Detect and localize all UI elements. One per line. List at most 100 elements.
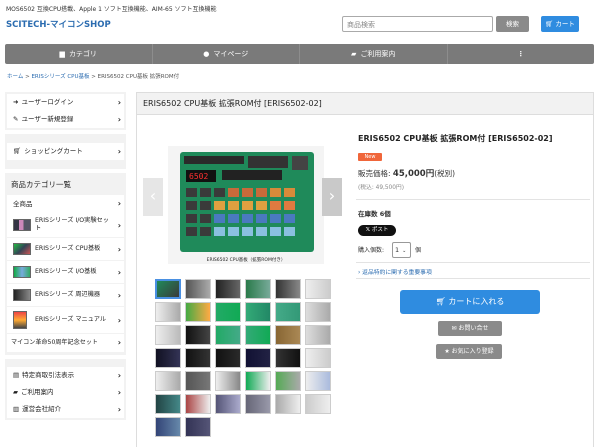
thumbnail[interactable] [185,325,211,345]
category-thumbnail [13,311,27,329]
cart-button-label: カート [555,20,575,28]
thumbnail[interactable] [245,348,271,368]
thumbnail[interactable] [215,394,241,414]
chevron-right-icon: › [117,315,121,325]
thumbnail[interactable] [275,302,301,322]
thumbnail[interactable] [155,394,181,414]
thumbnail[interactable] [155,417,181,437]
nav-item-label: カテゴリ [68,50,97,58]
category-50th-set[interactable]: マイコン革命50周年記念セット › [7,334,124,352]
breadcrumb: ホーム > ERISシリーズ CPU基板 > ERIS6502 CPU基板 拡張… [7,72,179,80]
nav-item-mypage[interactable]: ● マイページ [153,44,300,64]
cart-icon: 🛒︎ [435,297,449,306]
sidebar-item-legal[interactable]: ▤ 特定商取引法表示 › [7,367,124,384]
thumbnail[interactable] [185,417,211,437]
divider [356,199,590,200]
thumbnail[interactable] [185,394,211,414]
nav-item-label: マイページ [213,50,249,58]
thumbnail[interactable] [275,394,301,414]
search-button[interactable]: 検索 [496,16,529,32]
thumbnail[interactable] [305,279,331,299]
category-thumbnail [13,219,31,231]
thumbnail[interactable] [185,371,211,391]
image-prev-button[interactable]: ‹ [143,178,163,216]
thumbnail[interactable] [245,302,271,322]
chevron-right-icon: › [117,147,121,156]
contact-button[interactable]: ✉ お問い合せ [438,321,502,336]
thumbnail[interactable] [215,302,241,322]
product-main-image[interactable]: 6502 ERIS6502 CPU基板（拡張ROM付き） [168,146,324,264]
chevron-right-icon: › [117,290,121,300]
thumbnail[interactable] [155,302,181,322]
category-manual[interactable]: ERISシリーズ マニュアル › [7,307,124,333]
thumbnail[interactable] [275,325,301,345]
search-input[interactable]: 商品検索 [342,16,493,32]
breadcrumb-home[interactable]: ホーム [7,74,23,80]
image-next-button[interactable]: › [322,178,342,216]
thumbnail[interactable] [215,348,241,368]
thumbnail[interactable] [275,279,301,299]
qty-label: 購入個数: [358,247,385,254]
thumbnail[interactable] [245,279,271,299]
thumbnail[interactable] [155,348,181,368]
breadcrumb-current: ERIS6502 CPU基板 拡張ROM付 [97,74,180,80]
sidebar-item-cart[interactable]: 🛒︎ ショッピングカート › [7,143,124,160]
favorite-button[interactable]: ★ お気に入り登録 [436,344,502,359]
category-section-title: 商品カテゴリ一覧 [11,180,71,189]
thumbnail[interactable] [215,325,241,345]
chevron-right-icon: › [328,186,336,205]
product-panel: ERIS6502 CPU基板 拡張ROM付 [ERIS6502-02] ‹ 65… [136,92,594,447]
category-io-set[interactable]: ERISシリーズ I/O実験セット › [7,213,124,237]
thumbnail[interactable] [155,371,181,391]
sidebar-item-guide[interactable]: ▰ ご利用案内 › [7,384,124,401]
thumbnail[interactable] [215,371,241,391]
category-label: ERISシリーズ I/O基板 [35,268,97,275]
return-policy-link[interactable]: › 返品特約に関する重要事項 [358,267,432,276]
thumbnail[interactable] [215,279,241,299]
add-to-cart-button[interactable]: 🛒︎ カートに入れる [400,290,540,314]
breadcrumb-category[interactable]: ERISシリーズ CPU基板 [31,74,89,80]
thumbnail[interactable] [155,325,181,345]
category-cpu-board[interactable]: ERISシリーズ CPU基板 › [7,238,124,260]
category-thumbnail [13,243,31,255]
price-tax-note: (税別) [434,169,456,178]
thumbnail[interactable] [245,325,271,345]
thumbnail[interactable] [155,279,181,299]
category-peripherals[interactable]: ERISシリーズ 周辺機器 › [7,284,124,306]
sidebar-item-label: 運営会社紹介 [22,405,62,413]
thumbnail[interactable] [275,371,301,391]
more-vertical-icon: ⋮ [517,50,525,58]
qty-select[interactable]: 1 ⌄ [392,242,411,258]
category-io-board[interactable]: ERISシリーズ I/O基板 › [7,261,124,283]
thumbnail[interactable] [185,302,211,322]
thumbnail[interactable] [305,394,331,414]
thumbnail[interactable] [185,279,211,299]
thumbnail[interactable] [245,371,271,391]
product-heading: ERIS6502 CPU基板 拡張ROM付 [ERIS6502-02] [137,93,593,115]
sidebar-item-company[interactable]: ▥ 運営会社紹介 › [7,401,124,418]
thumbnail[interactable] [305,371,331,391]
sidebar-item-register[interactable]: ✎ ユーザー新規登録 › [7,111,124,128]
nav-item-category[interactable]: ▆ カテゴリ [5,44,153,64]
thumbnail[interactable] [245,394,271,414]
thumbnail[interactable] [305,302,331,322]
thumbnail[interactable] [275,348,301,368]
sidebar-item-login[interactable]: ➜ ユーザーログイン › [7,94,124,111]
nav-item-more[interactable]: ⋮ [448,44,595,64]
category-all[interactable]: 全商品 › [7,195,124,213]
x-post-button[interactable]: 𝕏 ポスト [358,225,396,236]
nav-item-guide[interactable]: ▰ ご利用案内 [300,44,448,64]
cart-button[interactable]: 🛒︎ カート [541,16,579,32]
chevron-right-icon: › [117,220,121,230]
global-nav: ▆ カテゴリ ● マイページ ▰ ご利用案内 ⋮ [5,44,594,64]
thumbnail[interactable] [185,348,211,368]
category-box: 商品カテゴリ一覧 全商品 › ERISシリーズ I/O実験セット › ERISシリー… [5,173,126,355]
qty-unit: 個 [415,247,422,254]
thumbnail[interactable] [305,325,331,345]
cart-icon: 🛒︎ [545,20,556,28]
shop-logo[interactable]: SCITECH-マイコンSHOP [6,18,111,30]
new-badge: New [358,153,382,161]
display-digits: 6502 [189,172,208,181]
header: MOS6502 互換CPU搭載、Apple 1 ソフト互換機能、AIM-65 ソ… [0,0,600,40]
thumbnail[interactable] [305,348,331,368]
